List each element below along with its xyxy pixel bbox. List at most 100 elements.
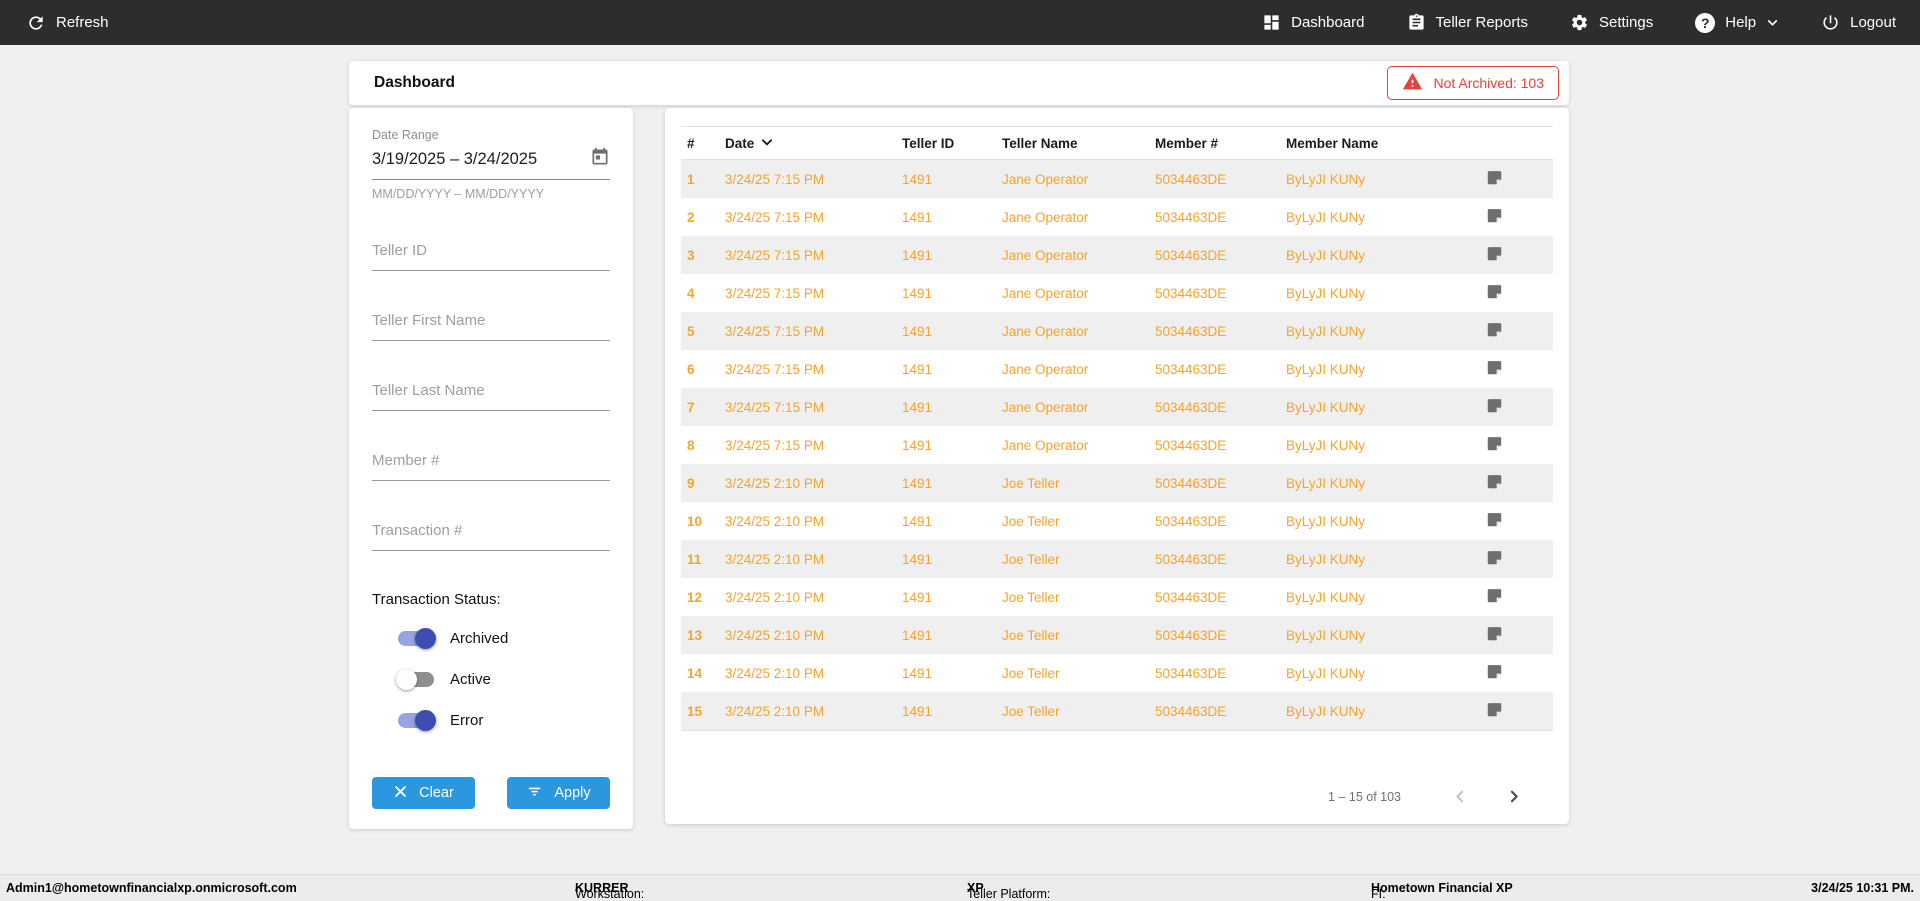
column-header-member-name[interactable]: Member Name (1286, 136, 1486, 151)
cell-date: 3/24/25 7:15 PM (725, 362, 902, 377)
warning-icon (1402, 71, 1423, 95)
date-range-field (372, 147, 610, 180)
nav-settings[interactable]: Settings (1570, 13, 1653, 32)
table-row[interactable]: 13 3/24/25 2:10 PM 1491 Joe Teller 50344… (681, 616, 1553, 654)
note-icon[interactable] (1486, 207, 1503, 227)
note-icon[interactable] (1486, 587, 1503, 607)
date-format-hint: MM/DD/YYYY – MM/DD/YYYY (372, 187, 610, 201)
table-row[interactable]: 3 3/24/25 7:15 PM 1491 Jane Operator 503… (681, 236, 1553, 274)
cell-teller-id: 1491 (902, 514, 1002, 529)
teller-last-name-input[interactable] (372, 382, 610, 411)
table-row[interactable]: 6 3/24/25 7:15 PM 1491 Jane Operator 503… (681, 350, 1553, 388)
column-header-teller-id[interactable]: Teller ID (902, 136, 1002, 151)
refresh-button[interactable]: Refresh (26, 13, 109, 33)
cell-row-number: 6 (681, 362, 725, 377)
note-icon[interactable] (1486, 169, 1503, 189)
teller-id-input[interactable] (372, 242, 610, 271)
table-row[interactable]: 15 3/24/25 2:10 PM 1491 Joe Teller 50344… (681, 692, 1553, 730)
cell-date: 3/24/25 2:10 PM (725, 666, 902, 681)
not-archived-badge[interactable]: Not Archived: 103 (1387, 66, 1559, 100)
calendar-icon[interactable] (590, 147, 610, 172)
cell-date: 3/24/25 2:10 PM (725, 476, 902, 491)
note-icon[interactable] (1486, 245, 1503, 265)
note-icon[interactable] (1486, 473, 1503, 493)
cell-date: 3/24/25 7:15 PM (725, 324, 902, 339)
cell-row-number: 12 (681, 590, 725, 605)
nav-logout-label: Logout (1850, 14, 1896, 31)
cell-teller-id: 1491 (902, 400, 1002, 415)
date-range-input[interactable] (372, 150, 590, 169)
clear-button[interactable]: Clear (372, 777, 475, 809)
archived-toggle[interactable] (398, 631, 434, 646)
note-icon[interactable] (1486, 359, 1503, 379)
note-icon[interactable] (1486, 625, 1503, 645)
table-row[interactable]: 4 3/24/25 7:15 PM 1491 Jane Operator 503… (681, 274, 1553, 312)
note-icon[interactable] (1486, 701, 1503, 721)
dashboard-icon (1262, 13, 1281, 32)
table-row[interactable]: 7 3/24/25 7:15 PM 1491 Jane Operator 503… (681, 388, 1553, 426)
transaction-number-input[interactable] (372, 522, 610, 551)
cell-member-number: 5034463DE (1155, 172, 1286, 187)
cell-row-number: 4 (681, 286, 725, 301)
previous-page-button[interactable] (1447, 783, 1474, 810)
cell-date: 3/24/25 2:10 PM (725, 590, 902, 605)
cell-date: 3/24/25 2:10 PM (725, 704, 902, 719)
cell-member-name: ByLyJI KUNy (1286, 666, 1486, 681)
column-header-num[interactable]: # (681, 136, 725, 151)
nav-help[interactable]: ? Help (1695, 13, 1779, 33)
table-row[interactable]: 9 3/24/25 2:10 PM 1491 Joe Teller 503446… (681, 464, 1553, 502)
table-row[interactable]: 10 3/24/25 2:10 PM 1491 Joe Teller 50344… (681, 502, 1553, 540)
cell-member-name: ByLyJI KUNy (1286, 286, 1486, 301)
cell-date: 3/24/25 7:15 PM (725, 438, 902, 453)
gear-icon (1570, 13, 1589, 32)
teller-first-name-input[interactable] (372, 312, 610, 341)
note-icon[interactable] (1486, 435, 1503, 455)
table-row[interactable]: 2 3/24/25 7:15 PM 1491 Jane Operator 503… (681, 198, 1553, 236)
cell-teller-name: Joe Teller (1002, 704, 1155, 719)
column-header-date[interactable]: Date (725, 135, 902, 152)
cell-teller-name: Jane Operator (1002, 172, 1155, 187)
apply-button[interactable]: Apply (507, 777, 610, 809)
nav-teller-reports[interactable]: Teller Reports (1407, 13, 1529, 32)
cell-member-number: 5034463DE (1155, 248, 1286, 263)
cell-member-name: ByLyJI KUNy (1286, 362, 1486, 377)
table-row[interactable]: 12 3/24/25 2:10 PM 1491 Joe Teller 50344… (681, 578, 1553, 616)
note-icon[interactable] (1486, 511, 1503, 531)
cell-teller-id: 1491 (902, 286, 1002, 301)
member-number-input[interactable] (372, 452, 610, 481)
error-toggle[interactable] (398, 713, 434, 728)
table-row[interactable]: 1 3/24/25 7:15 PM 1491 Jane Operator 503… (681, 160, 1553, 198)
cell-member-name: ByLyJI KUNy (1286, 476, 1486, 491)
nav-dashboard[interactable]: Dashboard (1262, 13, 1364, 32)
cell-date: 3/24/25 7:15 PM (725, 286, 902, 301)
table-row[interactable]: 11 3/24/25 2:10 PM 1491 Joe Teller 50344… (681, 540, 1553, 578)
apply-label: Apply (554, 785, 590, 801)
top-nav-bar: Refresh Dashboard Teller Reports Setting… (0, 0, 1920, 45)
sort-descending-icon (760, 135, 774, 152)
table-row[interactable]: 5 3/24/25 7:15 PM 1491 Jane Operator 503… (681, 312, 1553, 350)
note-icon[interactable] (1486, 549, 1503, 569)
cell-teller-name: Jane Operator (1002, 438, 1155, 453)
note-icon[interactable] (1486, 321, 1503, 341)
next-page-button[interactable] (1500, 783, 1527, 810)
cell-date: 3/24/25 7:15 PM (725, 400, 902, 415)
nav-logout[interactable]: Logout (1821, 13, 1896, 32)
current-datetime: 3/24/25 10:31 PM. (1811, 881, 1914, 895)
cell-teller-name: Jane Operator (1002, 210, 1155, 225)
column-header-member-num[interactable]: Member # (1155, 136, 1286, 151)
refresh-icon (26, 13, 46, 33)
table-row[interactable]: 8 3/24/25 7:15 PM 1491 Jane Operator 503… (681, 426, 1553, 464)
active-toggle[interactable] (398, 672, 434, 687)
cell-teller-id: 1491 (902, 438, 1002, 453)
toggle-thumb (396, 669, 417, 690)
filter-panel: Date Range MM/DD/YYYY – MM/DD/YYYY Trans… (349, 108, 633, 829)
column-header-teller-name[interactable]: Teller Name (1002, 136, 1155, 151)
note-icon[interactable] (1486, 663, 1503, 683)
cell-member-number: 5034463DE (1155, 286, 1286, 301)
table-row[interactable]: 14 3/24/25 2:10 PM 1491 Joe Teller 50344… (681, 654, 1553, 692)
close-icon (393, 784, 408, 803)
cell-member-name: ByLyJI KUNy (1286, 248, 1486, 263)
note-icon[interactable] (1486, 283, 1503, 303)
toggle-thumb (415, 710, 436, 731)
note-icon[interactable] (1486, 397, 1503, 417)
